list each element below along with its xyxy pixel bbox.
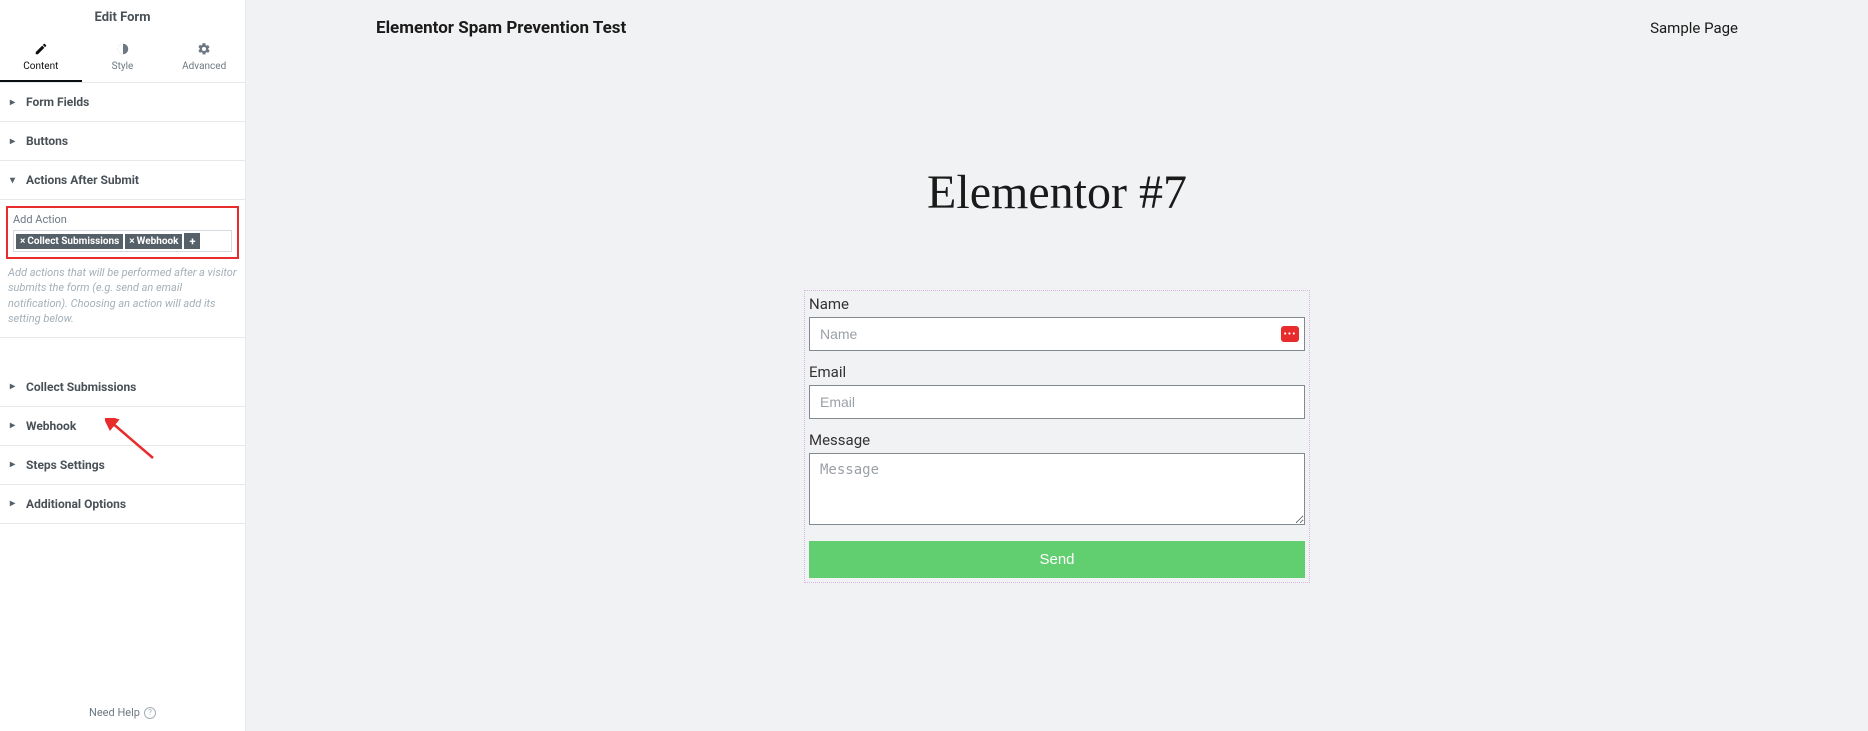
tag-label: Webhook bbox=[137, 236, 179, 247]
email-label: Email bbox=[809, 363, 1305, 381]
message-input[interactable] bbox=[809, 453, 1305, 525]
section-steps-settings[interactable]: ▸ Steps Settings bbox=[0, 446, 245, 485]
section-label: Collect Submissions bbox=[26, 380, 136, 394]
caret-down-icon: ▾ bbox=[10, 175, 20, 186]
tab-advanced[interactable]: Advanced bbox=[163, 31, 245, 82]
section-collect-submissions[interactable]: ▸ Collect Submissions bbox=[0, 368, 245, 407]
message-label: Message bbox=[809, 431, 1305, 449]
tab-label: Advanced bbox=[182, 61, 226, 72]
pencil-icon bbox=[33, 41, 49, 57]
page-title: Elementor #7 bbox=[246, 165, 1868, 220]
extension-icon[interactable]: ••• bbox=[1281, 326, 1299, 342]
caret-right-icon: ▸ bbox=[10, 498, 20, 509]
section-label: Webhook bbox=[26, 419, 76, 433]
caret-right-icon: ▸ bbox=[10, 459, 20, 470]
email-input[interactable] bbox=[809, 385, 1305, 419]
tab-label: Style bbox=[112, 61, 134, 72]
tag-label: Collect Submissions bbox=[27, 236, 119, 247]
editor-tabs: Content Style Advanced bbox=[0, 31, 245, 83]
caret-right-icon: ▸ bbox=[10, 420, 20, 431]
action-tags-input[interactable]: × Collect Submissions × Webhook + bbox=[13, 230, 232, 252]
sidebar-title: Edit Form bbox=[0, 0, 245, 31]
field-name: Name ••• bbox=[809, 295, 1305, 351]
tab-label: Content bbox=[23, 61, 58, 72]
section-form-fields[interactable]: ▸ Form Fields bbox=[0, 83, 245, 122]
field-email: Email bbox=[809, 363, 1305, 419]
field-message: Message bbox=[809, 431, 1305, 529]
add-action-highlight: Add Action × Collect Submissions × Webho… bbox=[6, 206, 239, 259]
section-webhook[interactable]: ▸ Webhook bbox=[0, 407, 245, 446]
style-icon bbox=[115, 41, 131, 57]
section-additional-options[interactable]: ▸ Additional Options bbox=[0, 485, 245, 524]
caret-right-icon: ▸ bbox=[10, 97, 20, 108]
nav-sample-page[interactable]: Sample Page bbox=[1650, 19, 1738, 37]
section-label: Buttons bbox=[26, 134, 68, 148]
form-widget[interactable]: Name ••• Email Message Send bbox=[804, 290, 1310, 583]
section-label: Additional Options bbox=[26, 497, 126, 511]
caret-right-icon: ▸ bbox=[10, 136, 20, 147]
caret-right-icon: ▸ bbox=[10, 381, 20, 392]
gear-icon bbox=[196, 41, 212, 57]
submit-button[interactable]: Send bbox=[809, 541, 1305, 578]
preview-topbar: Elementor Spam Prevention Test Sample Pa… bbox=[246, 0, 1868, 50]
add-action-label: Add Action bbox=[13, 213, 232, 226]
help-icon: ? bbox=[144, 707, 156, 719]
remove-tag-icon[interactable]: × bbox=[20, 236, 25, 247]
editor-sidebar: Edit Form Content Style Advanced ▸ Form … bbox=[0, 0, 246, 731]
section-spacer bbox=[0, 338, 245, 368]
site-title[interactable]: Elementor Spam Prevention Test bbox=[376, 18, 626, 38]
section-label: Form Fields bbox=[26, 95, 89, 109]
tab-content[interactable]: Content bbox=[0, 31, 82, 82]
action-tag-webhook[interactable]: × Webhook bbox=[125, 234, 182, 249]
need-help-label: Need Help bbox=[89, 706, 140, 719]
section-label: Steps Settings bbox=[26, 458, 105, 472]
add-action-helper: Add actions that will be performed after… bbox=[6, 265, 239, 327]
tab-style[interactable]: Style bbox=[82, 31, 164, 82]
action-tag-collect-submissions[interactable]: × Collect Submissions bbox=[16, 234, 123, 249]
section-buttons[interactable]: ▸ Buttons bbox=[0, 122, 245, 161]
preview-area: Elementor Spam Prevention Test Sample Pa… bbox=[246, 0, 1868, 731]
add-action-button[interactable]: + bbox=[184, 233, 200, 249]
name-label: Name bbox=[809, 295, 1305, 313]
remove-tag-icon[interactable]: × bbox=[129, 236, 134, 247]
need-help-link[interactable]: Need Help ? bbox=[0, 694, 245, 731]
section-actions-after-submit[interactable]: ▾ Actions After Submit bbox=[0, 161, 245, 200]
actions-after-submit-body: Add Action × Collect Submissions × Webho… bbox=[0, 200, 245, 338]
section-label: Actions After Submit bbox=[26, 173, 139, 187]
name-input[interactable] bbox=[809, 317, 1305, 351]
